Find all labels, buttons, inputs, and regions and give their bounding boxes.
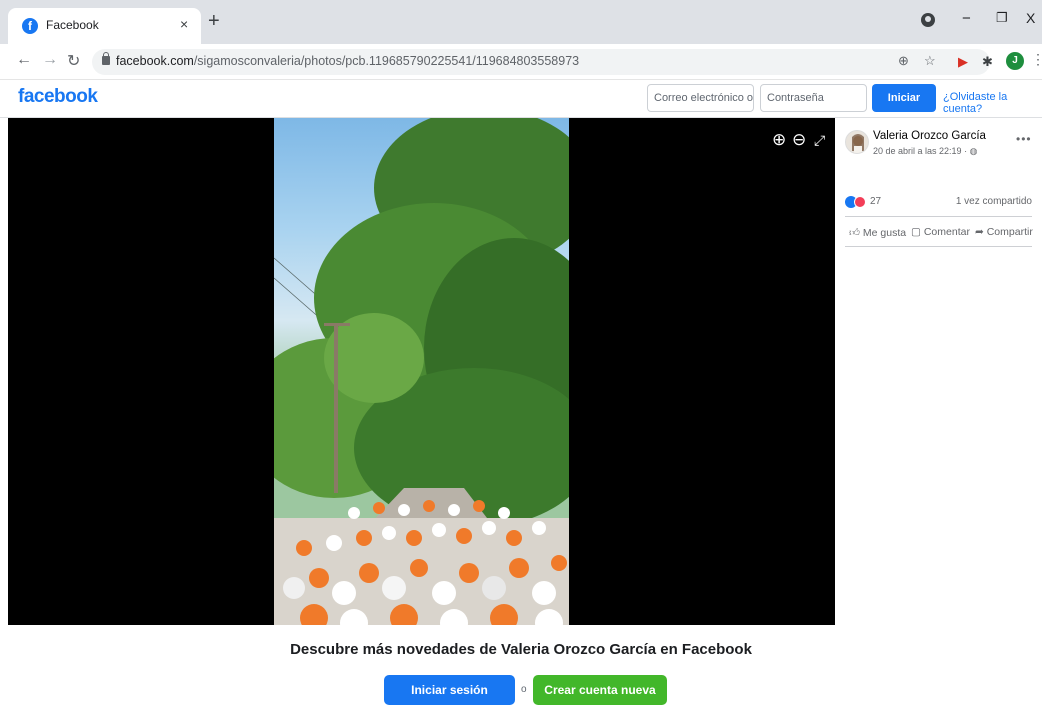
extension-icon[interactable]: ▶ — [958, 54, 968, 70]
minimize-button[interactable]: − — [962, 10, 971, 27]
photo-viewer: ⊕ ⊖ ⤢ — [8, 118, 835, 625]
post-timestamp[interactable]: 20 de abril a las 22:19 · ◍ — [873, 146, 977, 157]
lock-icon[interactable] — [102, 52, 110, 65]
close-window-button[interactable]: X — [1026, 10, 1035, 26]
comment-button[interactable]: ▢ Comentar — [911, 226, 970, 238]
comment-icon: ▢ — [911, 226, 924, 238]
divider — [845, 216, 1032, 217]
divider — [845, 246, 1032, 247]
more-options-icon[interactable]: ••• — [1016, 132, 1032, 146]
thumbs-up-icon: 👍︎ — [849, 227, 863, 239]
facebook-logo[interactable]: facebook — [18, 86, 98, 108]
cta-or-text: o — [521, 684, 527, 695]
address-bar[interactable]: facebook.com/sigamosconvaleria/photos/pc… — [92, 49, 990, 75]
facebook-favicon-icon: f — [22, 18, 38, 34]
zoom-out-icon[interactable]: ⊖ — [792, 130, 806, 150]
new-tab-button[interactable]: + — [208, 11, 220, 31]
password-field[interactable]: Contraseña — [760, 84, 867, 112]
profile-avatar[interactable]: J — [1006, 52, 1024, 70]
love-reaction-icon — [854, 196, 866, 208]
globe-icon: ◍ — [969, 146, 978, 156]
back-icon[interactable]: ← — [16, 51, 32, 69]
zoom-in-icon[interactable]: ⊕ — [772, 130, 786, 150]
reaction-count[interactable]: 27 — [870, 196, 881, 207]
star-icon[interactable]: ☆ — [924, 53, 936, 69]
browser-profile-icon[interactable] — [921, 13, 935, 27]
cta-title: Descubre más novedades de Valeria Orozco… — [290, 641, 752, 658]
share-icon: ➦ — [975, 226, 987, 238]
puzzle-icon[interactable]: ✱ — [982, 54, 993, 70]
crowd-march-image — [274, 118, 569, 625]
post-photo[interactable] — [274, 118, 569, 625]
share-count[interactable]: 1 vez compartido — [956, 196, 1032, 207]
tab-close-icon[interactable]: × — [180, 16, 188, 32]
browser-toolbar: ← → ↻ facebook.com/sigamosconvaleria/pho… — [0, 44, 1042, 80]
forgot-account-link[interactable]: ¿Olvidaste la cuenta? — [943, 91, 1042, 115]
zoom-icon[interactable]: ⊕ — [898, 53, 909, 69]
fullscreen-icon[interactable]: ⤢ — [814, 132, 825, 149]
reload-icon[interactable]: ↻ — [67, 51, 80, 71]
cta-login-button[interactable]: Iniciar sesión — [384, 675, 515, 705]
facebook-header: facebook Correo electrónico o teléfono C… — [0, 80, 1042, 132]
forward-icon[interactable]: → — [42, 51, 58, 69]
url-text[interactable]: facebook.com/sigamosconvaleria/photos/pc… — [116, 54, 579, 68]
browser-menu-icon[interactable]: ⋮ — [1031, 51, 1042, 68]
header-login-button[interactable]: Iniciar sesión — [872, 84, 936, 132]
tab-title: Facebook — [46, 18, 99, 32]
share-button[interactable]: ➦ Compartir — [975, 226, 1033, 238]
like-button[interactable]: 👍︎ Me gusta — [849, 226, 906, 239]
email-field[interactable]: Correo electrónico o teléfono — [647, 84, 754, 112]
avatar[interactable] — [845, 130, 869, 154]
post-info-panel: Valeria Orozco García 20 de abril a las … — [835, 118, 1042, 625]
author-name[interactable]: Valeria Orozco García — [873, 130, 986, 142]
create-account-button[interactable]: Crear cuenta nueva — [533, 675, 667, 705]
restore-button[interactable]: ❐ — [996, 10, 1008, 26]
browser-tab[interactable]: f Facebook × — [8, 8, 201, 44]
browser-tab-strip: f Facebook × + − ❐ X — [0, 0, 1042, 44]
